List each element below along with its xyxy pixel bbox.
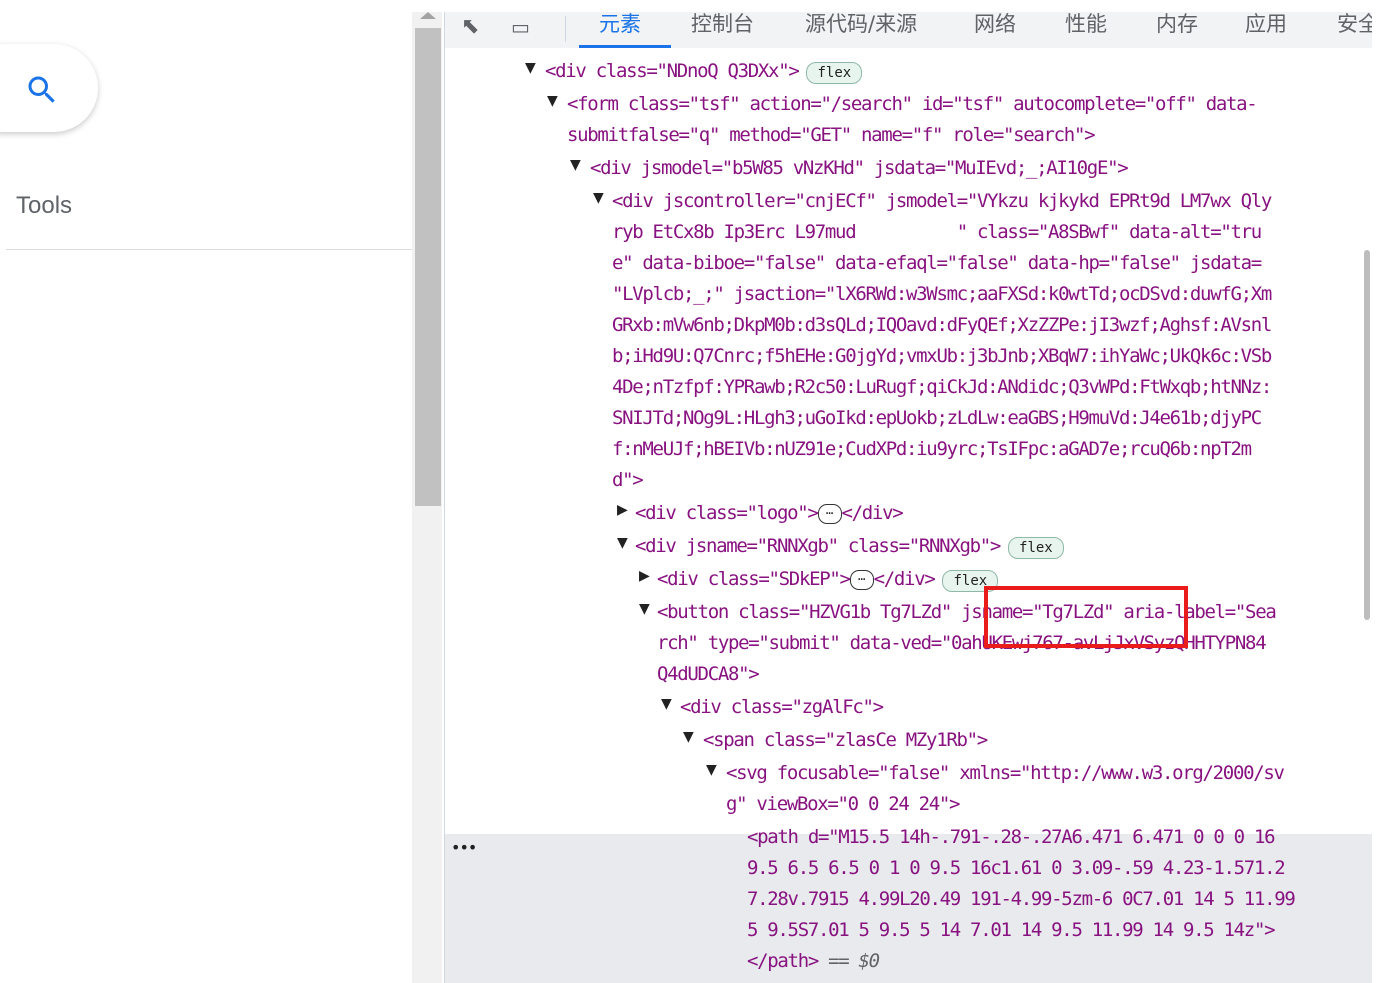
tab-memory[interactable]: 内存	[1156, 12, 1198, 38]
dom-node-line[interactable]: <div class="zgAlFc">	[680, 692, 884, 723]
highlight-annotation-box	[984, 586, 1188, 648]
collapse-triangle-icon[interactable]: ▶	[617, 502, 628, 518]
close-tag: </div>	[873, 568, 936, 590]
flex-badge[interactable]: flex	[1008, 537, 1064, 559]
toolbar-separator	[565, 16, 566, 42]
expand-triangle-icon[interactable]: ▼	[617, 535, 628, 551]
dom-node-line-cont[interactable]: g" viewBox="0 0 24 24">	[726, 789, 961, 820]
dom-node-line[interactable]: <div class="NDnoQ Q3DXx"> flex	[545, 56, 863, 87]
tab-application[interactable]: 应用	[1245, 12, 1287, 38]
expand-triangle-icon[interactable]: ▼	[547, 93, 558, 109]
dom-node-line-cont[interactable]: Q4dUDCA8">	[657, 659, 760, 690]
devtools-panel: ⬉ ▭ 元素 控制台 源代码/来源 网络 性能 内存 应用 安全 ••• ▼ ▼…	[444, 12, 1372, 983]
dom-node-line[interactable]: <div jsmodel="b5W85 vNzKHd" jsdata="MuIE…	[590, 153, 1129, 184]
dom-node-line-cont[interactable]: b;iHd9U:Q7Cnrc;f5hEHe:G0jgYd;vmxUb:j3bJn…	[612, 341, 1272, 372]
page-left-panel: Tools	[0, 0, 412, 983]
close-path-tag: </path>	[747, 950, 819, 972]
dom-node-line-cont[interactable]: ryb EtCx8b Ip3Erc L97mud " class="A8SBwf…	[612, 217, 1262, 248]
tab-performance[interactable]: 性能	[1065, 12, 1107, 38]
dom-node-line-cont[interactable]: </path> == $0	[747, 946, 880, 977]
tab-security[interactable]: 安全	[1337, 12, 1372, 38]
devtools-scrollbar-thumb[interactable]	[1364, 250, 1370, 620]
expand-triangle-icon[interactable]: ▼	[661, 696, 672, 712]
search-icon[interactable]	[24, 72, 60, 108]
collapse-triangle-icon[interactable]: ▶	[639, 568, 650, 584]
dom-node-line-cont[interactable]: d">	[612, 465, 644, 496]
dom-node-line-cont[interactable]: f:nMeUJf;hBEIVb:nUZ91e;CudXPd:iu9yrc;TsI…	[612, 434, 1252, 465]
selected-node-marker: == $0	[828, 950, 880, 972]
dom-node-line-cont[interactable]: e" data-biboe="false" data-efaql="false"…	[612, 248, 1262, 279]
dom-node-line[interactable]: <form class="tsf" action="/search" id="t…	[567, 89, 1258, 120]
close-tag: </div>	[841, 502, 904, 524]
dom-node-line[interactable]: <div jscontroller="cnjECf" jsmodel="VYkz…	[612, 186, 1272, 217]
dom-node-line[interactable]: <span class="zlasCe MZy1Rb">	[703, 725, 988, 756]
device-toggle-icon[interactable]: ▭	[511, 15, 530, 39]
node-text: <div class="SDkEP">	[657, 568, 851, 590]
tab-console[interactable]: 控制台	[691, 12, 754, 38]
tab-network[interactable]: 网络	[974, 12, 1016, 38]
dom-node-line-cont[interactable]: submitfalse="q" method="GET" name="f" ro…	[567, 120, 1096, 151]
dom-node-line[interactable]: <div class="logo"> ⋯ </div>	[635, 498, 904, 529]
expand-triangle-icon[interactable]: ▼	[593, 190, 604, 206]
dom-node-line-cont[interactable]: SNIJTd;NOg9L:HLgh3;uGoIkd:epUokb;zLdLw:e…	[612, 403, 1262, 434]
node-text: <div class="logo">	[635, 502, 819, 524]
elements-tree: ••• ▼ ▼ ▼ ▼ ▶ ▼ ▶ ▼ ▼ ▼ ▼ <div class="ND…	[445, 48, 1372, 983]
expand-triangle-icon[interactable]: ▼	[683, 729, 694, 745]
dom-node-line-cont[interactable]: 9.5 6.5 6.5 0 1 0 9.5 16c1.61 0 3.09-.59…	[747, 853, 1286, 884]
node-text: <div class="NDnoQ Q3DXx">	[545, 60, 800, 82]
inspect-element-icon[interactable]: ⬉	[461, 14, 479, 39]
dom-node-line-cont[interactable]: 4De;nTzfpf:YPRawb;R2c50:LuRugf;qiCkJd:AN…	[612, 372, 1272, 403]
tab-sources[interactable]: 源代码/来源	[805, 12, 917, 38]
node-text: <div jsname="RNNXgb" class="RNNXgb">	[635, 535, 1001, 557]
dom-node-line-selected[interactable]: <path d="M15.5 14h-.791-.28-.27A6.471 6.…	[747, 822, 1276, 853]
scroll-up-arrow-icon[interactable]	[420, 12, 436, 19]
dom-node-line-cont[interactable]: "LVplcb;_;" jsaction="lX6RWd:w3Wsmc;aaFX…	[612, 279, 1272, 310]
dom-node-line-cont[interactable]: GRxb:mVw6nb;DkpM0b:d3sQLd;IQOavd:dFyQEf;…	[612, 310, 1272, 341]
tab-elements[interactable]: 元素	[599, 12, 641, 38]
dom-node-line-cont[interactable]: 5 9.5S7.01 5 9.5 5 14 7.01 14 9.5 11.99 …	[747, 915, 1276, 946]
node-actions-icon[interactable]: •••	[451, 838, 477, 857]
expand-triangle-icon[interactable]: ▼	[525, 60, 536, 76]
expand-triangle-icon[interactable]: ▼	[570, 157, 581, 173]
ellipsis-icon[interactable]: ⋯	[817, 503, 842, 524]
page-scrollbar-thumb[interactable]	[415, 28, 441, 506]
dom-node-line[interactable]: <div class="SDkEP"> ⋯ </div> flex	[657, 564, 999, 595]
expand-triangle-icon[interactable]: ▼	[706, 762, 717, 778]
divider	[6, 249, 412, 250]
expand-triangle-icon[interactable]: ▼	[639, 601, 650, 617]
flex-badge[interactable]: flex	[806, 62, 863, 84]
dom-node-line[interactable]: <svg focusable="false" xmlns="http://www…	[726, 758, 1285, 789]
ellipsis-icon[interactable]: ⋯	[849, 569, 874, 590]
dom-node-line-cont[interactable]: 7.28v.7915 4.99L20.49 191-4.99-5zm-6 0C7…	[747, 884, 1296, 915]
tools-link[interactable]: Tools	[16, 192, 72, 220]
devtools-toolbar: ⬉ ▭ 元素 控制台 源代码/来源 网络 性能 内存 应用 安全	[445, 12, 1372, 49]
dom-node-line[interactable]: <div jsname="RNNXgb" class="RNNXgb"> flex	[635, 531, 1064, 562]
